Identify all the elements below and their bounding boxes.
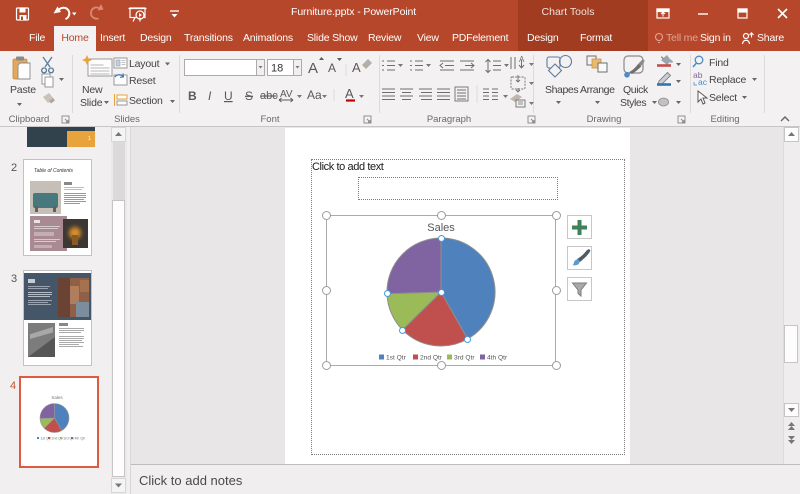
svg-text:Shapes: Shapes <box>545 84 578 96</box>
svg-text:New: New <box>82 84 103 96</box>
svg-text:1st Qtr: 1st Qtr <box>41 437 52 441</box>
svg-text:4th Qtr: 4th Qtr <box>487 355 508 362</box>
svg-text:U: U <box>224 89 233 103</box>
svg-text:3rd Qtr: 3rd Qtr <box>64 437 76 441</box>
svg-text:Sales: Sales <box>51 395 63 400</box>
svg-text:I: I <box>208 89 212 103</box>
svg-text:A: A <box>328 61 336 75</box>
svg-text:2nd Qtr: 2nd Qtr <box>52 437 65 441</box>
svg-text:A: A <box>345 86 354 101</box>
svg-text:abc: abc <box>260 90 278 102</box>
svg-text:Find: Find <box>709 57 729 69</box>
svg-text:Quick: Quick <box>623 84 649 96</box>
svg-text:A: A <box>308 60 318 77</box>
svg-text:Replace: Replace <box>709 74 746 86</box>
svg-text:Layout: Layout <box>129 58 160 70</box>
svg-text:Slide: Slide <box>80 97 103 109</box>
svg-text:S: S <box>245 89 253 103</box>
svg-text:A: A <box>352 60 361 75</box>
svg-text:ac: ac <box>698 77 708 87</box>
svg-text:3rd Qtr: 3rd Qtr <box>454 355 475 362</box>
svg-text:A: A <box>519 55 525 64</box>
svg-text:1st Qtr: 1st Qtr <box>386 355 407 362</box>
svg-text:18: 18 <box>271 63 283 75</box>
svg-text:Section: Section <box>129 95 163 107</box>
svg-text:Aa: Aa <box>307 88 322 102</box>
svg-text:4th Qtr: 4th Qtr <box>75 437 87 441</box>
svg-text:Select: Select <box>709 92 737 104</box>
svg-text:Arrange: Arrange <box>580 84 615 96</box>
svg-text:Reset: Reset <box>129 75 156 87</box>
svg-text:Styles: Styles <box>620 97 646 109</box>
svg-text:B: B <box>188 89 197 103</box>
svg-text:Paste: Paste <box>10 84 36 96</box>
